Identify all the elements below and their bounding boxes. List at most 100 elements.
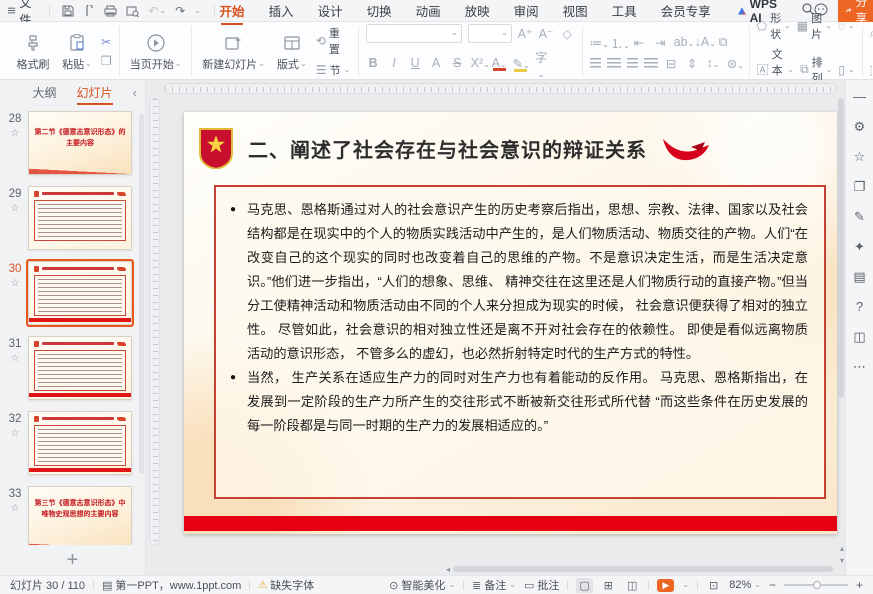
print-button[interactable] <box>104 5 117 17</box>
tab-member[interactable]: 会员专享 <box>660 0 712 23</box>
scroll-down-arrow[interactable]: ▾ <box>840 556 844 565</box>
signature-icon[interactable]: ✎ <box>854 210 865 223</box>
tab-insert[interactable]: 插入 <box>268 0 295 23</box>
star-icon[interactable]: ☆ <box>11 128 20 139</box>
new-slide-button[interactable]: 新建幻灯片⌄ <box>199 31 267 73</box>
italic-button[interactable]: I <box>387 56 402 70</box>
thumbnail[interactable] <box>28 411 132 475</box>
shapes-button[interactable]: ⬠形状⌄ <box>757 10 791 42</box>
clear-format-button[interactable]: ◇ <box>560 26 575 41</box>
reset-button[interactable]: ⟲重置 <box>316 25 351 57</box>
more-icon[interactable]: ⋯ <box>853 360 866 373</box>
reading-view-button[interactable]: ◫ <box>624 578 640 593</box>
tab-review[interactable]: 审阅 <box>513 0 540 23</box>
canvas-vertical-scrollbar[interactable] <box>837 94 845 545</box>
convert-smartart-button[interactable]: ⧉ <box>716 35 731 50</box>
thumbnail-scrollbar[interactable] <box>139 114 144 474</box>
copy-button[interactable]: ❐ <box>101 54 112 68</box>
bold-button[interactable]: B <box>366 56 381 70</box>
collapse-sidebar-icon[interactable]: — <box>853 90 866 103</box>
thumbnail[interactable] <box>28 186 132 250</box>
thumbnail-current[interactable] <box>28 261 132 325</box>
slide-canvas[interactable]: 二、阐述了社会存在与社会意识的辩证关系 马克思、恩格斯通过对人的社会意识产生的历… <box>184 112 837 534</box>
beautify-panel-icon[interactable]: ✦ <box>854 240 865 253</box>
favorites-icon[interactable]: ☆ <box>854 150 866 163</box>
format-painter-button[interactable]: 格式刷 <box>13 31 53 73</box>
insert-more-button[interactable]: ◌⌄ <box>838 19 855 33</box>
smart-beautify-button[interactable]: ⊙智能美化⌄ <box>389 577 455 593</box>
redo-button[interactable]: ↷ <box>175 4 185 18</box>
zoom-in-button[interactable]: + <box>856 578 863 592</box>
tab-tools[interactable]: 工具 <box>611 0 638 23</box>
cut-button[interactable]: ✂ <box>101 35 112 49</box>
font-color-button[interactable]: A⌄ <box>492 56 507 70</box>
slide-sorter-view-button[interactable]: ⊞ <box>601 578 616 593</box>
scrollbar-track[interactable] <box>453 566 833 572</box>
resource-panel-icon[interactable]: ▤ <box>853 270 865 283</box>
collapse-panel-button[interactable]: ‹ <box>133 85 137 100</box>
highlight-button[interactable]: ✎⌄ <box>513 56 528 71</box>
notes-button[interactable]: ≣备注⌄ <box>472 577 516 593</box>
decrease-indent-button[interactable]: ⇤ <box>632 35 647 50</box>
spacing-options-button[interactable]: ↕⌄ <box>706 56 721 70</box>
merge-shapes-button[interactable]: ▯⌄ <box>838 63 854 77</box>
print-preview-button[interactable] <box>126 5 139 17</box>
align-right-button[interactable] <box>627 58 638 68</box>
slide-text-box[interactable]: 马克思、恩格斯通过对人的社会意识产生的历史考察后指出，思想、宗教、法律、国家以及… <box>214 185 826 499</box>
section-button[interactable]: ☰节⌄ <box>316 62 351 78</box>
scroll-left-arrow[interactable]: ◂ <box>446 565 450 574</box>
underline-button[interactable]: U <box>408 56 423 70</box>
zoom-slider-knob[interactable] <box>813 581 821 589</box>
normal-view-button[interactable]: ▢ <box>576 578 592 593</box>
zoom-out-button[interactable]: − <box>769 578 776 592</box>
bullet-item[interactable]: 当然， 生产关系在适应生产力的同时对生产力也有着能动的反作用。 马克思、恩格斯指… <box>230 366 808 438</box>
superscript-button[interactable]: X²⌄ <box>471 56 486 70</box>
thumbnail[interactable] <box>28 336 132 400</box>
text-shadow-button[interactable]: A <box>429 56 444 70</box>
thumbnail[interactable]: 第三节《德意志意识形态》中唯物史观思想的主要内容 <box>28 486 132 545</box>
increase-font-button[interactable]: A⁺ <box>518 26 533 41</box>
phonetic-guide-button[interactable]: ab⌄ <box>674 35 689 49</box>
thumbnail[interactable]: 第二节《德意志意识形态》的主要内容 <box>28 111 132 175</box>
increase-indent-button[interactable]: ⇥ <box>653 35 668 50</box>
skin-icon[interactable]: ◫ <box>853 330 865 343</box>
scroll-up-arrow[interactable]: ▴ <box>840 544 844 553</box>
star-icon[interactable]: ☆ <box>11 203 20 214</box>
slideshow-play-button[interactable]: ▶ <box>657 579 674 592</box>
paste-button[interactable]: 粘贴⌄ <box>57 31 97 73</box>
chevron-down-icon[interactable]: ⌄ <box>682 581 689 589</box>
star-icon[interactable]: ☆ <box>11 428 20 439</box>
tab-home[interactable]: 开始 <box>219 0 246 23</box>
missing-fonts-warning[interactable]: ⚠缺失字体 <box>258 577 314 593</box>
zoom-slider[interactable] <box>784 584 848 586</box>
picture-button[interactable]: ▦图片⌄ <box>797 10 832 42</box>
tab-outline[interactable]: 大纲 <box>30 81 58 104</box>
paragraph-layout-button[interactable]: ⊜⌄ <box>727 56 742 71</box>
slide-title[interactable]: 二、阐述了社会存在与社会意识的辩证关系 <box>248 134 647 163</box>
align-left-button[interactable] <box>590 58 601 68</box>
line-spacing-button[interactable]: ⇕ <box>685 56 700 71</box>
fit-to-window-button[interactable]: ⊡ <box>706 578 721 593</box>
text-direction-button[interactable]: ↓A⌄ <box>695 35 710 49</box>
help-icon[interactable]: ? <box>856 300 863 313</box>
justify-button[interactable] <box>644 58 658 68</box>
export-pdf-button[interactable] <box>83 5 95 17</box>
quickbar-more-button[interactable]: ⌄ <box>194 7 201 15</box>
undo-button[interactable]: ↶⌄ <box>148 4 166 18</box>
tab-view[interactable]: 视图 <box>562 0 589 23</box>
font-size-select[interactable]: ⌄ <box>468 24 512 43</box>
tab-design[interactable]: 设计 <box>317 0 344 23</box>
canvas-horizontal-scrollbar[interactable]: ◂ <box>446 565 833 573</box>
comments-button[interactable]: ▭批注 <box>524 577 559 593</box>
slide-layout-button[interactable]: 版式⌄ <box>272 31 312 73</box>
horizontal-ruler[interactable] <box>164 83 837 94</box>
distribute-button[interactable]: ⊟ <box>664 56 679 71</box>
properties-icon[interactable]: ⚙ <box>854 120 866 133</box>
save-button[interactable] <box>62 5 74 17</box>
star-icon[interactable]: ☆ <box>11 353 20 364</box>
play-from-current-button[interactable]: 当页开始⌄ <box>127 31 185 73</box>
add-slide-button[interactable]: + <box>0 545 145 575</box>
tab-animation[interactable]: 动画 <box>415 0 442 23</box>
tab-slides[interactable]: 幻灯片 <box>75 81 115 104</box>
tab-transition[interactable]: 切换 <box>366 0 393 23</box>
